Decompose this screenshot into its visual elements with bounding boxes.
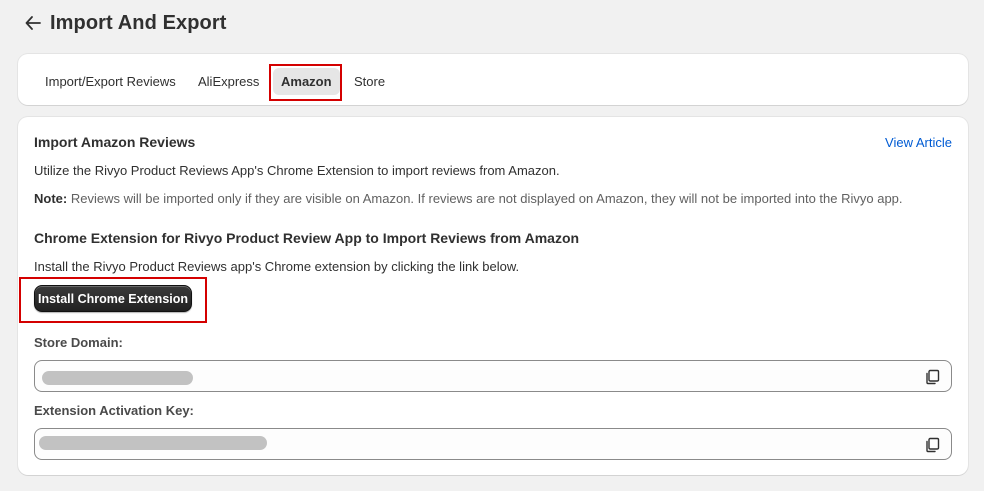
tab-amazon[interactable]: Amazon xyxy=(273,68,340,95)
store-domain-label: Store Domain: xyxy=(34,335,123,350)
tabs-bar: Import/Export Reviews AliExpress Amazon … xyxy=(18,54,968,105)
page-title: Import And Export xyxy=(50,11,227,34)
extension-title: Chrome Extension for Rivyo Product Revie… xyxy=(34,230,580,246)
import-amazon-card: Import Amazon Reviews View Article Utili… xyxy=(18,117,968,475)
activation-key-field[interactable] xyxy=(34,428,952,460)
tab-aliexpress[interactable]: AliExpress xyxy=(190,68,267,95)
page: Import And Export Import/Export Reviews … xyxy=(0,0,984,491)
copy-icon xyxy=(926,369,940,385)
tab-store[interactable]: Store xyxy=(346,68,393,95)
tab-import-export-reviews[interactable]: Import/Export Reviews xyxy=(37,68,184,95)
redacted-activation-key xyxy=(39,436,267,450)
activation-key-label: Extension Activation Key: xyxy=(34,403,194,418)
note-label: Note: xyxy=(34,191,68,206)
install-chrome-extension-button[interactable]: Install Chrome Extension xyxy=(34,285,192,312)
page-header: Import And Export xyxy=(22,10,227,36)
note-text: Note: Reviews will be imported only if t… xyxy=(34,191,903,206)
note-body: Reviews will be imported only if they ar… xyxy=(67,191,903,206)
extension-description: Install the Rivyo Product Reviews app's … xyxy=(34,259,520,274)
back-button[interactable] xyxy=(22,12,44,34)
section-title: Import Amazon Reviews xyxy=(34,134,196,150)
description-text: Utilize the Rivyo Product Reviews App's … xyxy=(34,163,560,178)
copy-activation-key-button[interactable] xyxy=(923,436,941,454)
view-article-link[interactable]: View Article xyxy=(885,135,952,150)
store-domain-field[interactable] xyxy=(34,360,952,392)
copy-store-domain-button[interactable] xyxy=(923,368,941,386)
redacted-store-domain xyxy=(42,371,193,385)
copy-icon xyxy=(926,437,940,453)
arrow-left-icon xyxy=(25,16,41,30)
